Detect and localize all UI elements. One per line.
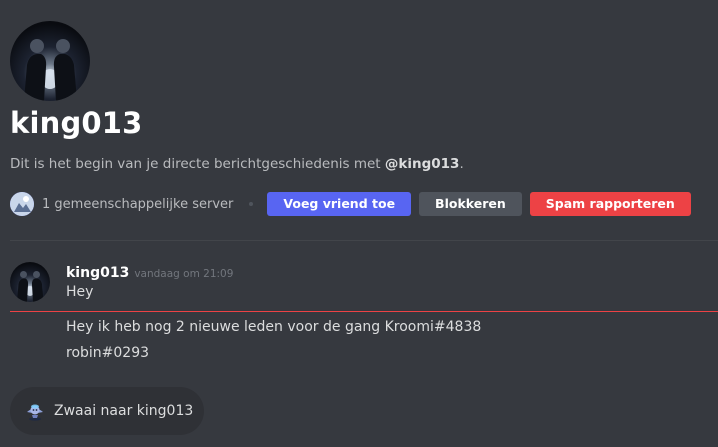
message-text: Hey xyxy=(66,284,94,300)
dm-channel-view: king013 Dit is het begin van je directe … xyxy=(0,0,718,447)
wave-label: Zwaai naar king013 xyxy=(54,403,194,419)
separator-dot xyxy=(249,202,254,206)
message-author[interactable]: king013 xyxy=(66,265,129,281)
mutual-servers-link[interactable]: 1 gemeenschappelijke server xyxy=(42,197,233,212)
server-icon[interactable] xyxy=(10,192,34,216)
dm-intro-text: Dit is het begin van je directe berichtg… xyxy=(10,156,464,172)
add-friend-button[interactable]: Voeg vriend toe xyxy=(267,192,412,216)
block-button[interactable]: Blokkeren xyxy=(419,192,522,216)
message-header: king013 vandaag om 21:09 xyxy=(66,262,233,281)
message-text: Hey ik heb nog 2 nieuwe leden voor de ga… xyxy=(66,319,482,335)
profile-actions: 1 gemeenschappelijke server Voeg vriend … xyxy=(10,192,691,216)
intro-suffix: . xyxy=(459,156,464,172)
message-avatar[interactable] xyxy=(10,262,50,302)
profile-username: king013 xyxy=(10,106,143,140)
message-timestamp: vandaag om 21:09 xyxy=(134,268,234,280)
message-text: robin#0293 xyxy=(66,345,150,361)
profile-avatar[interactable] xyxy=(10,21,90,101)
wave-sticker-icon xyxy=(27,404,43,421)
wave-button[interactable]: Zwaai naar king013 xyxy=(10,387,204,435)
report-spam-button[interactable]: Spam rapporteren xyxy=(529,192,691,216)
user-mention[interactable]: @king013 xyxy=(385,156,460,172)
intro-text: Dit is het begin van je directe berichtg… xyxy=(10,156,385,172)
new-messages-divider xyxy=(10,311,718,312)
divider xyxy=(10,240,718,241)
